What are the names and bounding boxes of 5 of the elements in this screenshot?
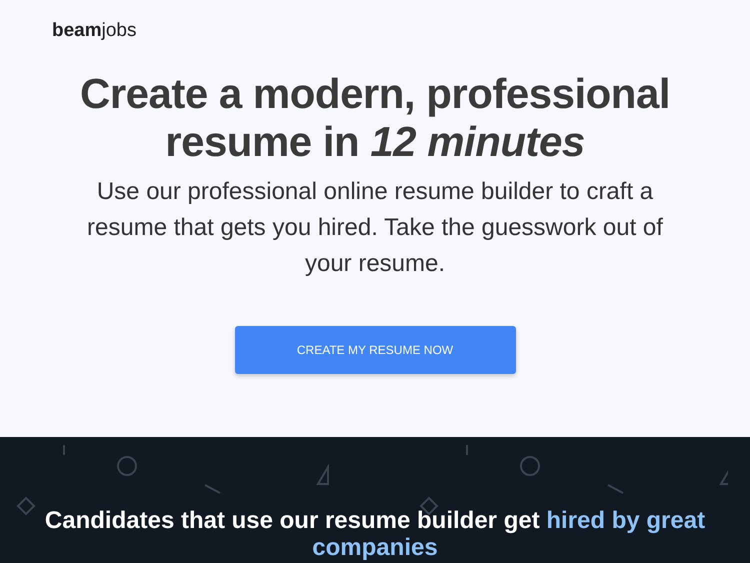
hero-title: Create a modern, professional resume in 12 minutes xyxy=(78,70,671,166)
section-heading: Candidates that use our resume builder get hired by great companies xyxy=(44,507,706,561)
logo[interactable]: beamjobs xyxy=(52,20,136,42)
create-resume-button[interactable]: CREATE MY RESUME NOW xyxy=(234,326,516,374)
hero-subtitle: Use our professional online resume builder to craft a resume that gets you hired. Take the guesswork out of your resume. xyxy=(86,177,664,279)
